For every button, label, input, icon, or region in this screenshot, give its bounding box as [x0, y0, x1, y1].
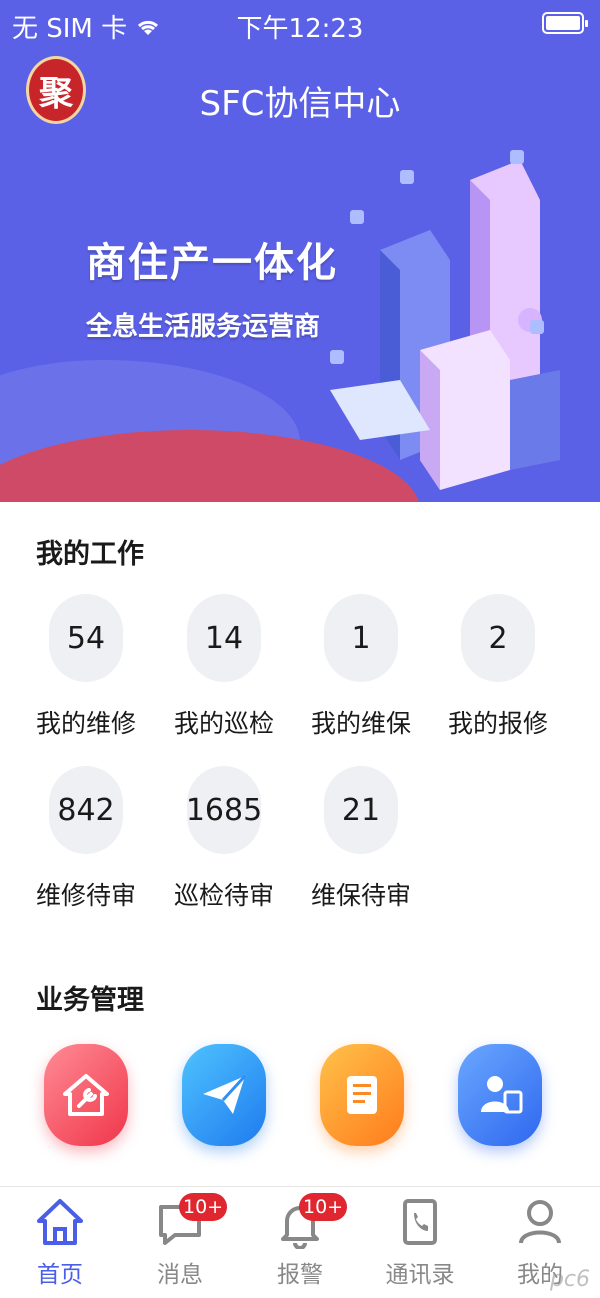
tab-label: 消息 — [157, 1262, 203, 1288]
house-wrench-icon — [63, 1074, 109, 1116]
work-label: 我的维保 — [310, 709, 411, 738]
profile-icon — [515, 1195, 565, 1249]
work-count: 2 — [461, 594, 535, 682]
business-repair-button[interactable] — [44, 1044, 128, 1146]
work-label: 我的维修 — [35, 709, 136, 738]
bell-icon: 10+ — [275, 1193, 348, 1250]
watermark: pc6 — [549, 1267, 590, 1292]
work-item-my-report[interactable]: 2 我的报修 — [443, 594, 553, 740]
business-document-button[interactable] — [320, 1044, 404, 1146]
work-item-inspection-pending[interactable]: 1685 巡检待审 — [169, 766, 279, 912]
city-illustration — [330, 150, 560, 490]
banner-slogan-main: 商住产一体化 — [86, 240, 338, 286]
work-item-my-repair[interactable]: 54 我的维修 — [31, 594, 141, 740]
work-label: 维保待审 — [310, 881, 411, 910]
work-count: 54 — [49, 594, 123, 682]
message-icon: 10+ — [155, 1193, 228, 1249]
battery-icon — [542, 12, 588, 34]
bottom-tab-bar: 首页 10+ 消息 10+ 报警 通讯录 我的 pc6 — [0, 1186, 600, 1298]
work-label: 我的报修 — [447, 709, 548, 738]
work-item-my-inspection[interactable]: 14 我的巡检 — [169, 594, 279, 740]
work-count: 21 — [324, 766, 398, 854]
tab-home[interactable]: 首页 — [0, 1195, 120, 1289]
banner-slogan-sub: 全息生活服务运营商 — [86, 312, 321, 342]
work-label: 维修待审 — [35, 881, 136, 910]
tab-contacts[interactable]: 通讯录 — [360, 1195, 480, 1289]
work-count: 842 — [49, 766, 123, 854]
paper-plane-icon — [203, 1074, 247, 1114]
status-time: 下午12:23 — [236, 14, 364, 44]
tab-label: 报警 — [277, 1262, 323, 1288]
work-label: 我的巡检 — [173, 709, 274, 738]
contacts-icon — [395, 1195, 445, 1249]
business-dispatch-button[interactable] — [182, 1044, 266, 1146]
status-bar: 无 SIM 卡 下午12:23 — [0, 0, 600, 48]
header-banner: 无 SIM 卡 下午12:23 聚 SFC协信中心 商住产一体化 全息生活服务运… — [0, 0, 600, 502]
person-clipboard-icon — [481, 1076, 523, 1114]
work-label: 巡检待审 — [173, 881, 274, 910]
work-item-my-maintenance[interactable]: 1 我的维保 — [306, 594, 416, 740]
work-count: 1 — [324, 594, 398, 682]
tab-alarm[interactable]: 10+ 报警 — [240, 1193, 360, 1289]
tab-label: 首页 — [37, 1262, 83, 1288]
home-icon — [35, 1195, 85, 1249]
tab-messages[interactable]: 10+ 消息 — [120, 1193, 240, 1289]
my-work-title: 我的工作 — [36, 539, 144, 570]
business-title: 业务管理 — [36, 985, 144, 1016]
work-item-maintenance-pending[interactable]: 21 维保待审 — [306, 766, 416, 912]
document-icon — [347, 1076, 377, 1114]
work-item-repair-pending[interactable]: 842 维修待审 — [31, 766, 141, 912]
tab-label: 通讯录 — [385, 1262, 455, 1288]
app-title: SFC协信中心 — [199, 84, 401, 124]
work-count: 1685 — [186, 766, 262, 854]
alarm-badge: 10+ — [299, 1193, 348, 1221]
business-staff-button[interactable] — [458, 1044, 542, 1146]
message-badge: 10+ — [179, 1193, 228, 1221]
work-count: 14 — [187, 594, 261, 682]
